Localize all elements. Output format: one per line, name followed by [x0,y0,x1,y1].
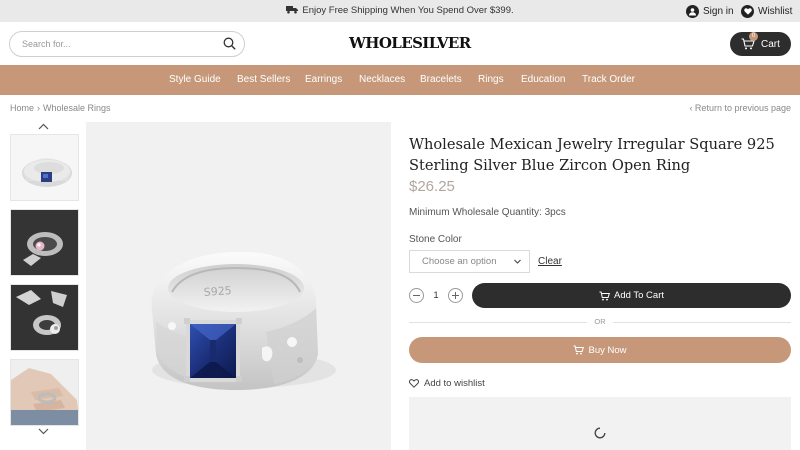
quantity-minus-button[interactable] [409,288,424,303]
promo-banner: Enjoy Free Shipping When You Spend Over … [0,0,800,22]
site-logo[interactable]: WHOLESILVER [349,34,471,54]
nav-item-rings[interactable]: Rings [478,65,504,95]
main-nav: Style Guide Best Sellers Earrings Neckla… [0,65,800,95]
thumbnail-ring-clear[interactable] [10,284,79,351]
breadcrumb-separator: › [37,103,41,113]
cart-button[interactable]: 0 Cart [730,32,791,56]
truck-icon [286,6,299,14]
breadcrumb-home[interactable]: Home [10,103,34,113]
breadcrumb-current[interactable]: Wholesale Rings [43,103,111,113]
main-product-image[interactable]: S925 [86,122,391,450]
heart-icon [409,379,419,388]
chevron-down-icon [514,259,521,264]
nav-item-earrings[interactable]: Earrings [305,65,342,95]
stone-color-label: Stone Color [409,234,462,245]
min-wholesale-qty: Minimum Wholesale Quantity: 3pcs [409,207,566,218]
chevron-down-icon[interactable] [38,428,49,435]
top-promo-bar: Enjoy Free Shipping When You Spend Over … [0,0,800,22]
product-title: Wholesale Mexican Jewelry Irregular Squa… [409,136,775,174]
clear-selection-link[interactable]: Clear [538,256,562,267]
user-icon [686,4,699,18]
nav-item-best-sellers[interactable]: Best Sellers [237,65,290,95]
cart-icon [599,291,610,300]
stone-color-select[interactable]: Choose an option [409,250,530,273]
add-to-wishlist-label: Add to wishlist [424,378,485,389]
product-price: $26.25 [409,178,455,195]
buy-now-label: Buy Now [588,344,627,356]
wishlist-header-label: Wishlist [758,5,793,17]
cart-label: Cart [761,38,780,50]
stone-color-placeholder: Choose an option [422,256,497,267]
thumbnail-ring-white[interactable] [10,134,79,201]
add-to-wishlist-link[interactable]: Add to wishlist [409,378,485,389]
or-label: OR [587,317,613,326]
sign-in-label: Sign in [703,5,734,17]
quantity-value[interactable]: 1 [427,288,445,303]
nav-item-bracelets[interactable]: Bracelets [420,65,462,95]
ring-engraving: S925 [203,284,232,299]
site-header: WHOLESILVER 0 Cart [0,22,800,65]
breadcrumb: Home › Wholesale Rings [10,103,111,113]
cart-icon: 0 [741,32,758,50]
search-input[interactable] [22,36,212,52]
add-to-cart-button[interactable]: Add To Cart [472,283,791,308]
ring-image: S925 [86,122,391,450]
thumbnail-ring-hand[interactable] [10,359,79,426]
sign-in-link[interactable]: Sign in [686,0,734,22]
nav-item-necklaces[interactable]: Necklaces [359,65,405,95]
buy-now-button[interactable]: Buy Now [409,337,791,363]
search-box [9,31,245,57]
nav-item-education[interactable]: Education [521,65,565,95]
nav-item-track-order[interactable]: Track Order [582,65,635,95]
search-icon[interactable] [223,37,236,50]
add-to-cart-label: Add To Cart [614,290,664,301]
loading-panel [409,397,791,450]
return-to-previous-link[interactable]: ‹ Return to previous page [689,103,791,113]
quantity-plus-button[interactable] [448,288,463,303]
thumbnail-ring-pink[interactable] [10,209,79,276]
nav-item-style-guide[interactable]: Style Guide [169,65,221,95]
wishlist-header-link[interactable]: Wishlist [741,0,792,22]
chevron-up-icon[interactable] [38,123,49,130]
heart-icon [741,4,754,18]
cart-icon [573,345,585,355]
loading-spinner-icon [594,427,606,439]
promo-text: Enjoy Free Shipping When You Spend Over … [302,5,514,16]
cart-count-badge: 0 [749,32,758,41]
